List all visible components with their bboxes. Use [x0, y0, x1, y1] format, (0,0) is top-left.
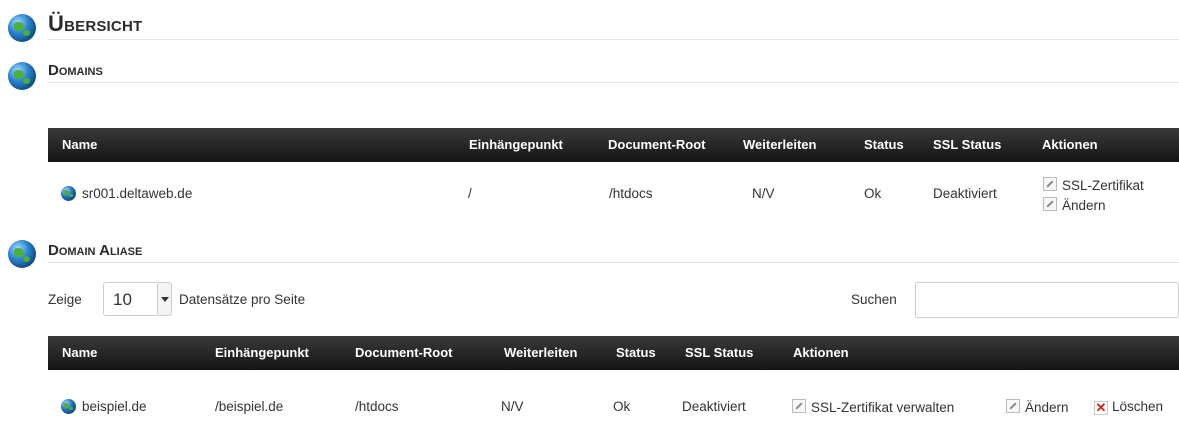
page-title: Übersicht — [48, 11, 143, 36]
column-header-redirect[interactable]: Weiterleiten — [743, 128, 816, 162]
column-header-name[interactable]: Name — [62, 128, 97, 162]
mount-point: / — [468, 186, 472, 201]
divider — [48, 82, 1179, 83]
divider — [48, 262, 1179, 263]
edit-icon — [1043, 177, 1057, 191]
column-header-redirect[interactable]: Weiterleiten — [504, 336, 577, 370]
delete-link[interactable]: ✕ Löschen — [1094, 399, 1163, 415]
divider — [48, 39, 1179, 40]
chevron-down-icon[interactable] — [158, 282, 172, 316]
ssl-status-value: Deaktiviert — [682, 399, 746, 414]
status-value: Ok — [864, 186, 882, 201]
page-size-select[interactable]: 10 — [103, 282, 158, 316]
globe-icon — [8, 62, 36, 90]
column-header-actions[interactable]: Aktionen — [793, 336, 849, 370]
globe-icon — [61, 399, 76, 414]
column-header-status[interactable]: Status — [616, 336, 656, 370]
show-label: Zeige — [48, 292, 82, 307]
column-header-docroot[interactable]: Document-Root — [608, 128, 706, 162]
column-header-mount[interactable]: Einhängepunkt — [469, 128, 563, 162]
edit-link[interactable]: Ändern — [1043, 197, 1106, 213]
redirect-value: N/V — [501, 399, 524, 414]
per-page-label: Datensätze pro Seite — [179, 292, 306, 307]
domain-name-cell: sr001.deltaweb.de — [61, 186, 192, 201]
document-root: /htdocs — [355, 399, 399, 414]
edit-link[interactable]: Ändern — [1006, 399, 1069, 415]
alias-name-cell: beispiel.de — [61, 399, 147, 414]
column-header-mount[interactable]: Einhängepunkt — [215, 336, 309, 370]
section-title-domains: Domains — [48, 62, 103, 79]
domain-name: sr001.deltaweb.de — [82, 186, 193, 201]
ssl-certificate-manage-link[interactable]: SSL-Zertifikat verwalten — [792, 399, 954, 415]
edit-icon — [1043, 197, 1057, 211]
document-root: /htdocs — [609, 186, 653, 201]
globe-icon — [61, 186, 76, 201]
column-header-docroot[interactable]: Document-Root — [355, 336, 453, 370]
globe-icon — [8, 240, 36, 268]
mount-point: /beispiel.de — [215, 399, 284, 414]
column-header-ssl[interactable]: SSL Status — [933, 128, 1001, 162]
column-header-status[interactable]: Status — [864, 128, 904, 162]
aliases-table-header: Name Einhängepunkt Document-Root Weiterl… — [48, 336, 1179, 370]
search-input[interactable] — [915, 282, 1179, 318]
edit-icon — [792, 399, 806, 413]
column-header-ssl[interactable]: SSL Status — [685, 336, 753, 370]
section-title-aliases: Domain Aliase — [48, 242, 143, 259]
search-label: Suchen — [851, 292, 897, 307]
domains-table-header: Name Einhängepunkt Document-Root Weiterl… — [48, 128, 1179, 162]
alias-name: beispiel.de — [82, 399, 147, 414]
globe-icon — [8, 14, 36, 42]
redirect-value: N/V — [752, 186, 775, 201]
ssl-status-value: Deaktiviert — [933, 186, 997, 201]
edit-icon — [1006, 399, 1020, 413]
ssl-certificate-link[interactable]: SSL-Zertifikat — [1043, 177, 1144, 193]
delete-icon: ✕ — [1094, 400, 1108, 415]
column-header-name[interactable]: Name — [62, 336, 97, 370]
status-value: Ok — [613, 399, 631, 414]
column-header-actions[interactable]: Aktionen — [1042, 128, 1098, 162]
